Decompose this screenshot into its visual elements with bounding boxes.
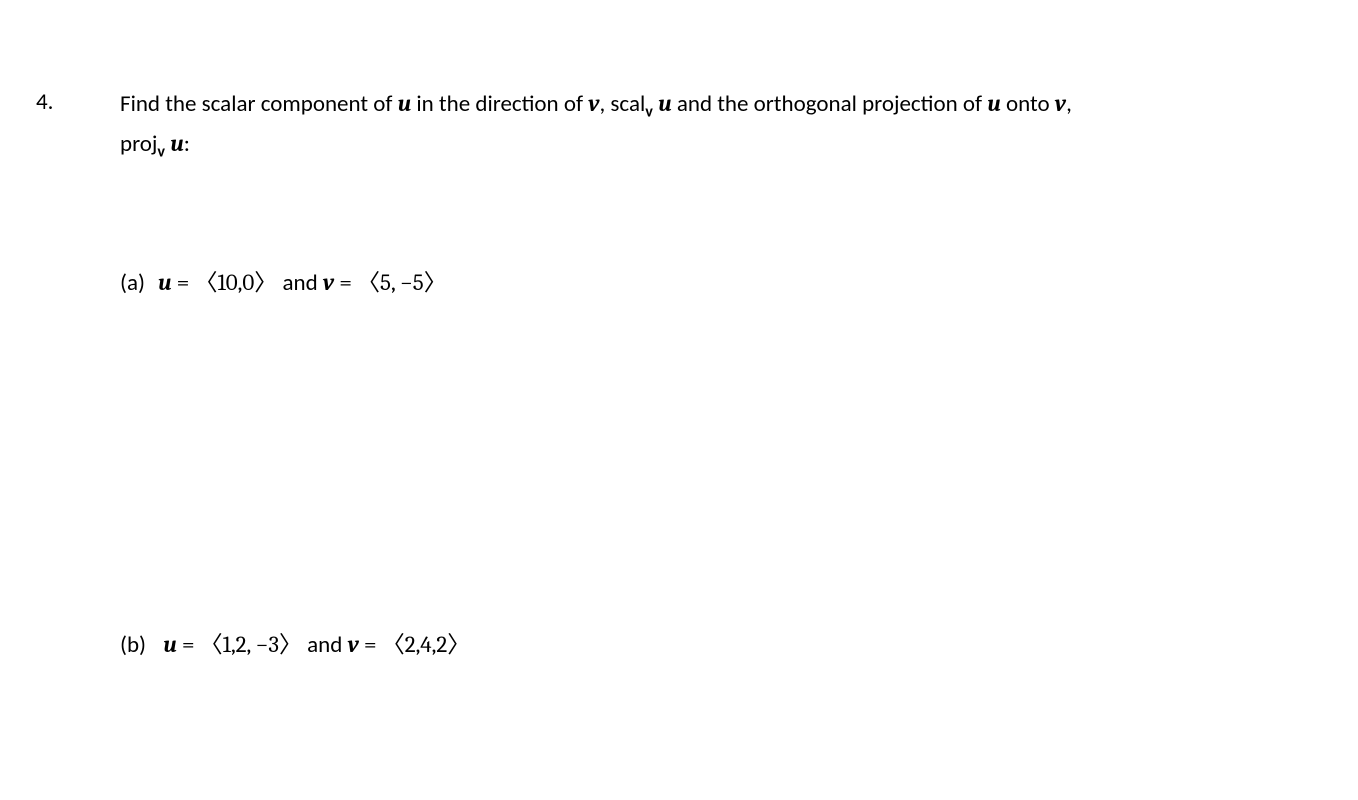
problem-row: 4. Find the scalar component of u in the… — [36, 86, 1358, 661]
equals: = — [172, 269, 195, 296]
vector-u: u — [170, 130, 184, 157]
vector-u: u — [987, 90, 1001, 117]
vector-u-value: 〈10,0〉 — [194, 269, 277, 296]
part-label-b: (b) — [120, 629, 158, 661]
vector-u: u — [163, 631, 177, 658]
text-segment: : — [184, 130, 190, 158]
vector-v: v — [588, 90, 599, 117]
vector-v: v — [1055, 90, 1066, 117]
vector-v: v — [323, 269, 334, 296]
equals: = — [334, 269, 357, 296]
and-text: and — [302, 631, 348, 659]
problem-statement: Find the scalar component of u in the di… — [120, 86, 1120, 165]
vector-v-value: 〈2,4,2〉 — [382, 631, 470, 658]
problem-number: 4. — [36, 86, 120, 118]
vector-u-value: 〈1,2, −3〉 — [200, 631, 302, 658]
vector-u: u — [158, 269, 172, 296]
vector-v-value: 〈5, −5〉 — [357, 269, 447, 296]
text-segment: , scal — [599, 90, 645, 118]
text-segment: onto — [1001, 90, 1055, 118]
and-text: and — [277, 269, 323, 297]
part-label-a: (a) — [120, 267, 158, 299]
equals: = — [359, 631, 382, 658]
subscript-v: v — [645, 103, 653, 122]
subscript-v: v — [157, 142, 165, 161]
vector-u: u — [398, 90, 412, 117]
part-a: (a)u = 〈10,0〉 and v = 〈5, −5〉 — [120, 267, 1120, 299]
vector-v: v — [348, 631, 359, 658]
page-container: 4. Find the scalar component of u in the… — [0, 0, 1358, 661]
problem-content: Find the scalar component of u in the di… — [120, 86, 1120, 661]
text-segment: in the direction of — [411, 90, 588, 118]
part-b: (b) u = 〈1,2, −3〉 and v = 〈2,4,2〉 — [120, 629, 1120, 661]
vector-u: u — [658, 90, 672, 117]
equals: = — [177, 631, 200, 658]
text-segment: and the orthogonal projection of — [672, 90, 988, 118]
text-segment: Find the scalar component of — [120, 90, 398, 118]
